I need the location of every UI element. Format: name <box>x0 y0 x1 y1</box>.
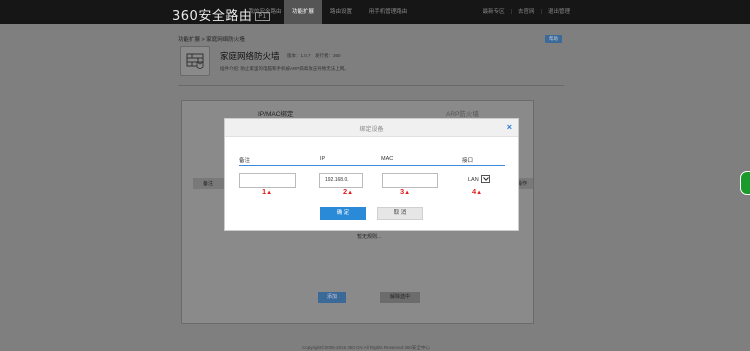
firewall-app-icon <box>180 46 210 76</box>
side-feedback-tab[interactable] <box>740 171 750 195</box>
tab-arp-firewall[interactable]: ARP防火墙 <box>446 108 479 118</box>
link-official-site[interactable]: 去官网 <box>518 0 535 24</box>
empty-rules-message: 暂无规则... <box>357 234 382 240</box>
column-header-note: 备注 <box>203 181 214 187</box>
annotation-marker-4: 4▲ <box>472 187 483 196</box>
dialog-title: 绑定设备 <box>359 127 384 133</box>
nav-mobile-manage[interactable]: 用手机管理路由 <box>360 0 416 24</box>
link-latest[interactable]: 最新专区 <box>483 0 505 24</box>
header-underline <box>239 165 505 166</box>
label-ip: IP <box>320 156 326 162</box>
copyright-footer: Copyright©2005-2016 360.CN All Rights Re… <box>302 345 430 350</box>
mac-input[interactable] <box>382 173 438 188</box>
separator: | <box>540 9 542 15</box>
top-right-links: 最新专区 | 去官网 | 退出管理 <box>483 0 570 24</box>
app-description: 插件介绍: 防止家里的电脑和手机被ARP病毒攻击导致无法上网。 <box>220 66 349 71</box>
label-note: 备注 <box>239 158 251 164</box>
close-icon[interactable]: × <box>507 123 512 132</box>
tab-ip-mac-binding[interactable]: IP/MAC绑定 <box>258 108 293 118</box>
annotation-marker-3: 3▲ <box>400 187 411 196</box>
help-button[interactable]: 帮助 <box>545 35 562 43</box>
bind-device-dialog: 绑定设备 × 备注 IP MAC 接口 192.168.0. LAN 1▲ 2▲… <box>224 118 519 231</box>
ip-input[interactable]: 192.168.0. <box>319 173 363 188</box>
chevron-down-icon <box>482 177 489 181</box>
nav-my-router[interactable]: 我的安全路由 <box>246 0 284 24</box>
cancel-button[interactable]: 取 消 <box>377 207 423 220</box>
annotation-marker-2: 2▲ <box>343 187 354 196</box>
firewall-icon <box>186 53 204 69</box>
main-nav: 我的安全路由 功能扩展 路由设置 用手机管理路由 <box>246 0 416 24</box>
unbind-selected-button[interactable]: 解除选中 <box>380 292 420 303</box>
top-navbar: 360安全路由 P1 我的安全路由 功能扩展 路由设置 用手机管理路由 最新专区 … <box>0 0 750 24</box>
dialog-header: 绑定设备 × <box>225 119 518 137</box>
label-mac: MAC <box>381 156 394 162</box>
breadcrumb[interactable]: 功能扩展 > 家庭网络防火墙 <box>178 35 245 43</box>
nav-extensions[interactable]: 功能扩展 <box>284 0 322 24</box>
port-value: LAN <box>468 177 479 183</box>
label-port: 接口 <box>462 158 474 164</box>
confirm-button[interactable]: 确 定 <box>320 207 366 220</box>
nav-router-settings[interactable]: 路由设置 <box>322 0 360 24</box>
separator: | <box>510 9 513 15</box>
add-rule-button[interactable]: 添加 <box>318 292 346 303</box>
app-version-info: 版本：1.0.7 发行者：360 <box>287 53 341 58</box>
note-input[interactable] <box>239 173 296 188</box>
divider <box>178 85 564 86</box>
app-title: 家庭网络防火墙 <box>220 51 280 61</box>
annotation-marker-1: 1▲ <box>262 187 273 196</box>
port-dropdown[interactable] <box>481 175 490 183</box>
link-logout[interactable]: 退出管理 <box>548 0 570 24</box>
